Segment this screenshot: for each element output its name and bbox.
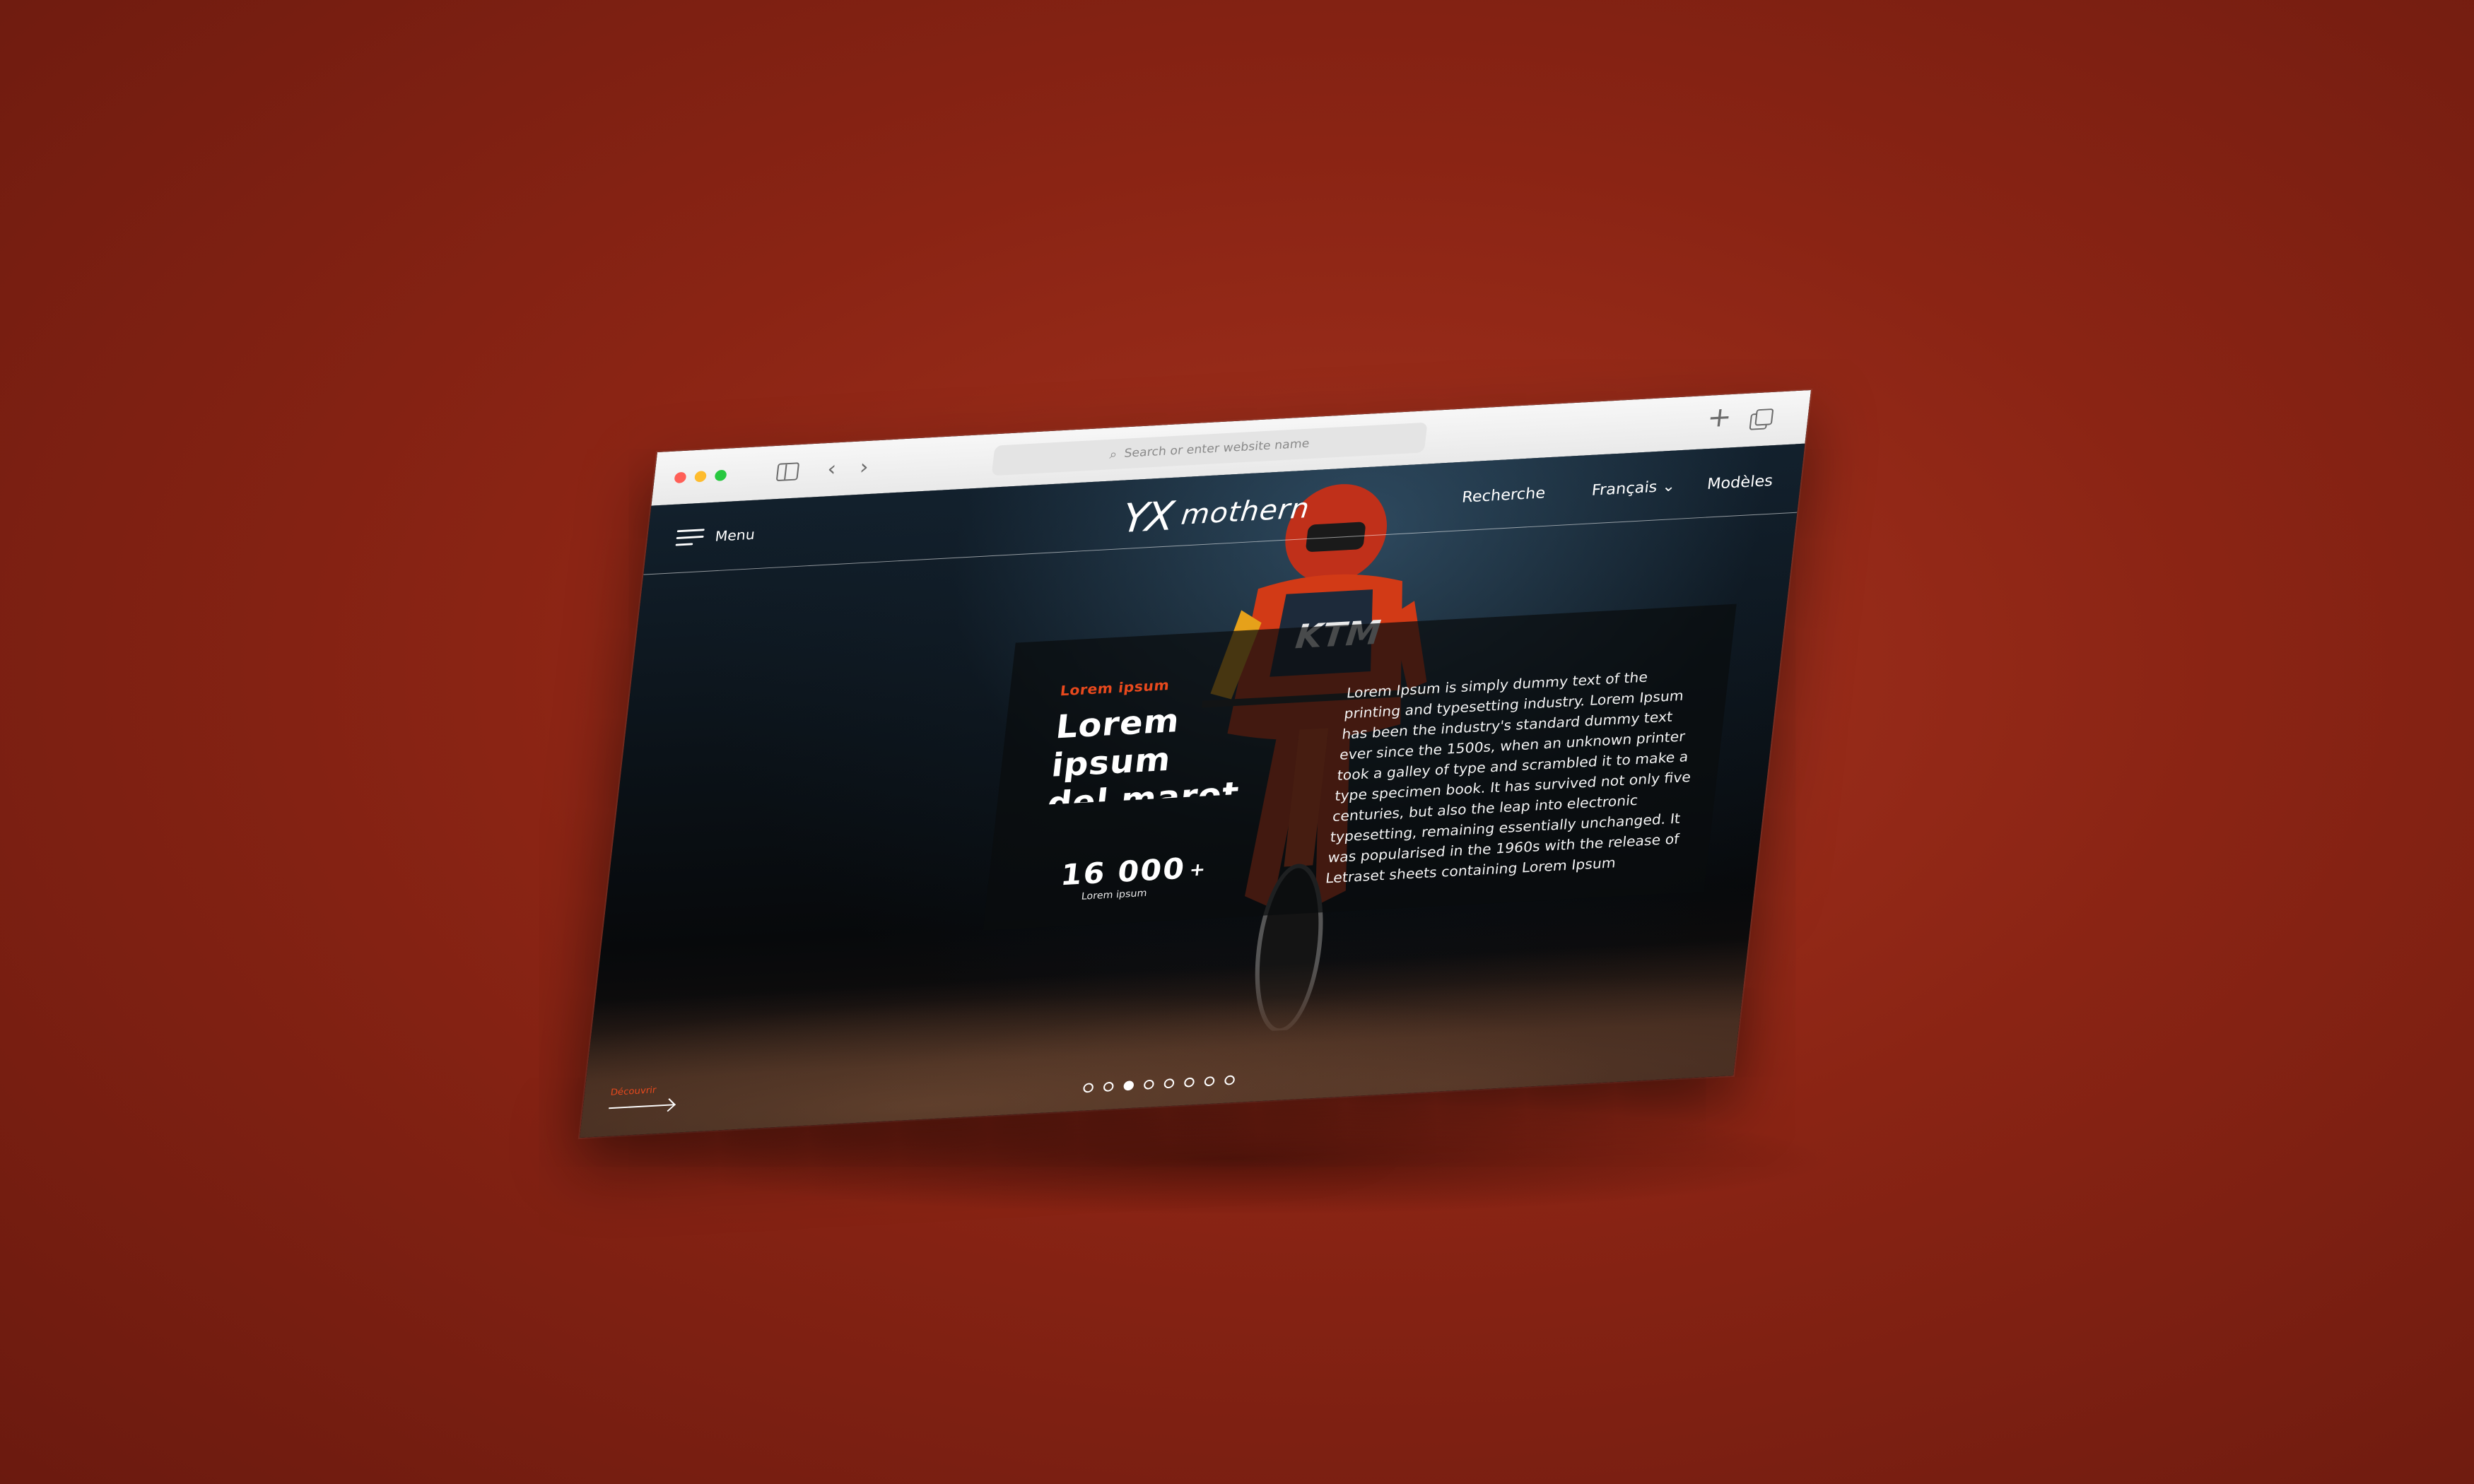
hero-stat: 16 000+ <box>1059 850 1209 892</box>
minimize-window-button[interactable] <box>693 471 708 483</box>
address-placeholder: Search or enter website name <box>1123 437 1311 461</box>
nav-link-search[interactable]: Recherche <box>1461 485 1547 507</box>
pagination-dot[interactable] <box>1204 1076 1215 1087</box>
pagination-dot[interactable] <box>1103 1081 1115 1093</box>
logo-wordmark: mothern <box>1179 493 1312 531</box>
language-selector[interactable]: Français ⌄ <box>1590 478 1676 500</box>
pagination-dot[interactable] <box>1163 1078 1175 1089</box>
hero-eyebrow: Lorem ipsum <box>1059 676 1171 700</box>
pagination-dot[interactable] <box>1224 1075 1236 1085</box>
new-tab-plus-icon[interactable]: + <box>1706 401 1733 434</box>
language-label: Français <box>1590 478 1658 500</box>
stat-value: 16 000 <box>1059 852 1188 893</box>
search-icon: ⌕ <box>1108 447 1118 462</box>
hero-page: KTM Menu YX mothern Recherche Français ⌄… <box>580 443 1805 1138</box>
close-window-button[interactable] <box>674 471 687 484</box>
hero-headline: Lorem ipsum del marot lem <box>1047 702 1241 805</box>
maximize-window-button[interactable] <box>714 469 727 481</box>
nav-link-models[interactable]: Modèles <box>1706 473 1774 493</box>
forward-arrow-icon[interactable]: › <box>858 454 870 481</box>
menu-label: Menu <box>714 526 756 545</box>
tab-overview-icon[interactable] <box>1749 408 1772 429</box>
browser-window: ‹ › ⌕ Search or enter website name + KTM <box>580 390 1811 1138</box>
hero-card: Lorem ipsum Lorem ipsum del marot lem 16… <box>983 603 1737 931</box>
chevron-down-icon: ⌄ <box>1661 478 1677 496</box>
hero-body-text: Lorem Ipsum is simply dummy text of the … <box>1325 669 1692 887</box>
menu-button[interactable]: Menu <box>675 526 756 546</box>
pagination-dot[interactable] <box>1143 1079 1155 1090</box>
pagination-dot[interactable] <box>1082 1083 1094 1093</box>
stat-suffix: + <box>1188 859 1208 881</box>
site-logo[interactable]: YX mothern <box>1120 485 1313 542</box>
pagination-dot[interactable] <box>1122 1080 1135 1091</box>
logo-mark-icon: YX <box>1120 493 1174 542</box>
pagination-dot[interactable] <box>1183 1077 1195 1088</box>
sidebar-toggle-icon[interactable] <box>775 462 800 482</box>
back-arrow-icon[interactable]: ‹ <box>826 457 838 483</box>
hamburger-icon <box>675 529 705 546</box>
